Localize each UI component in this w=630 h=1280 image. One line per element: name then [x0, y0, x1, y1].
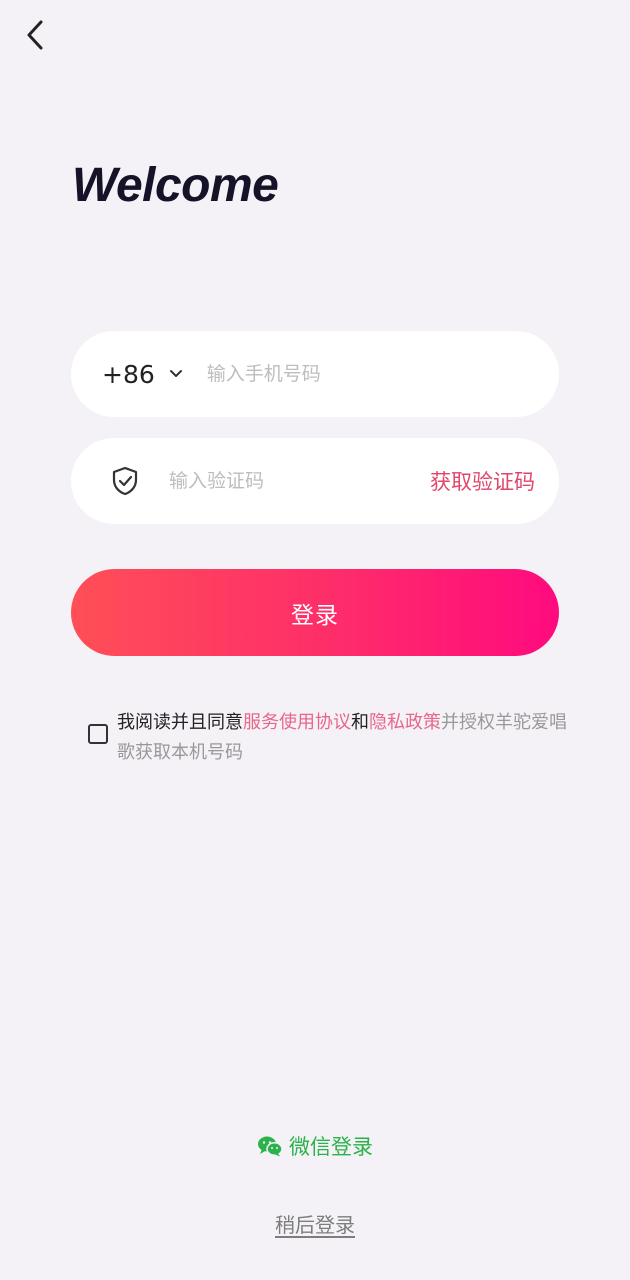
- page-title: Welcome: [72, 159, 279, 212]
- back-button[interactable]: [18, 20, 52, 54]
- agreement-prefix: 我阅读并且同意: [117, 712, 243, 733]
- phone-field: +86: [71, 331, 559, 417]
- verification-code-input[interactable]: [169, 470, 399, 492]
- get-code-button[interactable]: 获取验证码: [430, 466, 535, 496]
- country-code: +86: [102, 359, 155, 389]
- terms-link[interactable]: 服务使用协议: [243, 712, 351, 733]
- agreement-text: 我阅读并且同意服务使用协议和隐私政策并授权羊驼爱唱歌获取本机号码: [117, 708, 568, 768]
- login-button[interactable]: 登录: [71, 569, 559, 656]
- wechat-icon: [257, 1135, 283, 1157]
- wechat-login-button[interactable]: 微信登录: [0, 1131, 630, 1161]
- privacy-link[interactable]: 隐私政策: [369, 712, 441, 733]
- wechat-login-label: 微信登录: [289, 1135, 373, 1159]
- chevron-left-icon: [25, 19, 45, 55]
- code-field: 获取验证码: [71, 438, 559, 524]
- later-login-link[interactable]: 稍后登录: [0, 1209, 630, 1238]
- agreement-conjunction: 和: [351, 712, 369, 733]
- chevron-down-icon: [169, 369, 183, 379]
- shield-check-icon: [111, 466, 139, 496]
- agreement: 我阅读并且同意服务使用协议和隐私政策并授权羊驼爱唱歌获取本机号码: [88, 708, 568, 768]
- agreement-checkbox[interactable]: [88, 724, 108, 744]
- phone-input[interactable]: [206, 363, 507, 385]
- country-code-selector[interactable]: +86: [102, 360, 183, 389]
